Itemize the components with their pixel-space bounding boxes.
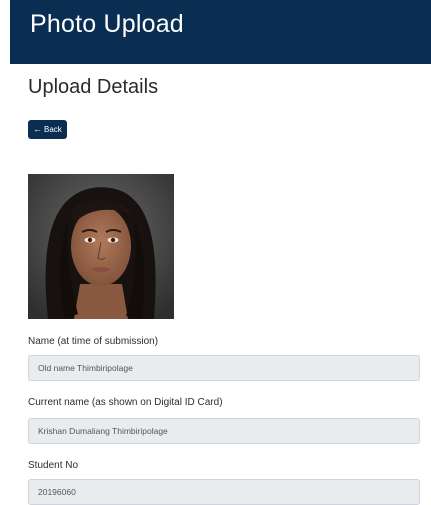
portrait-image (28, 174, 174, 319)
section-title: Upload Details (28, 76, 159, 98)
student-no-label: Student No (28, 460, 79, 471)
name-at-submission-label: Name (at time of submission) (28, 336, 159, 347)
app-header: Photo Upload (10, 0, 431, 64)
name-at-submission-field[interactable] (28, 355, 420, 381)
current-name-field[interactable] (28, 418, 420, 444)
uploaded-photo (28, 174, 174, 319)
back-button[interactable]: ← Back (28, 120, 67, 139)
arrow-left-icon: ← (33, 124, 42, 134)
current-name-label: Current name (as shown on Digital ID Car… (28, 397, 223, 408)
back-button-label: Back (44, 125, 62, 134)
student-no-field[interactable] (28, 479, 420, 505)
page-header-title: Photo Upload (30, 10, 184, 38)
